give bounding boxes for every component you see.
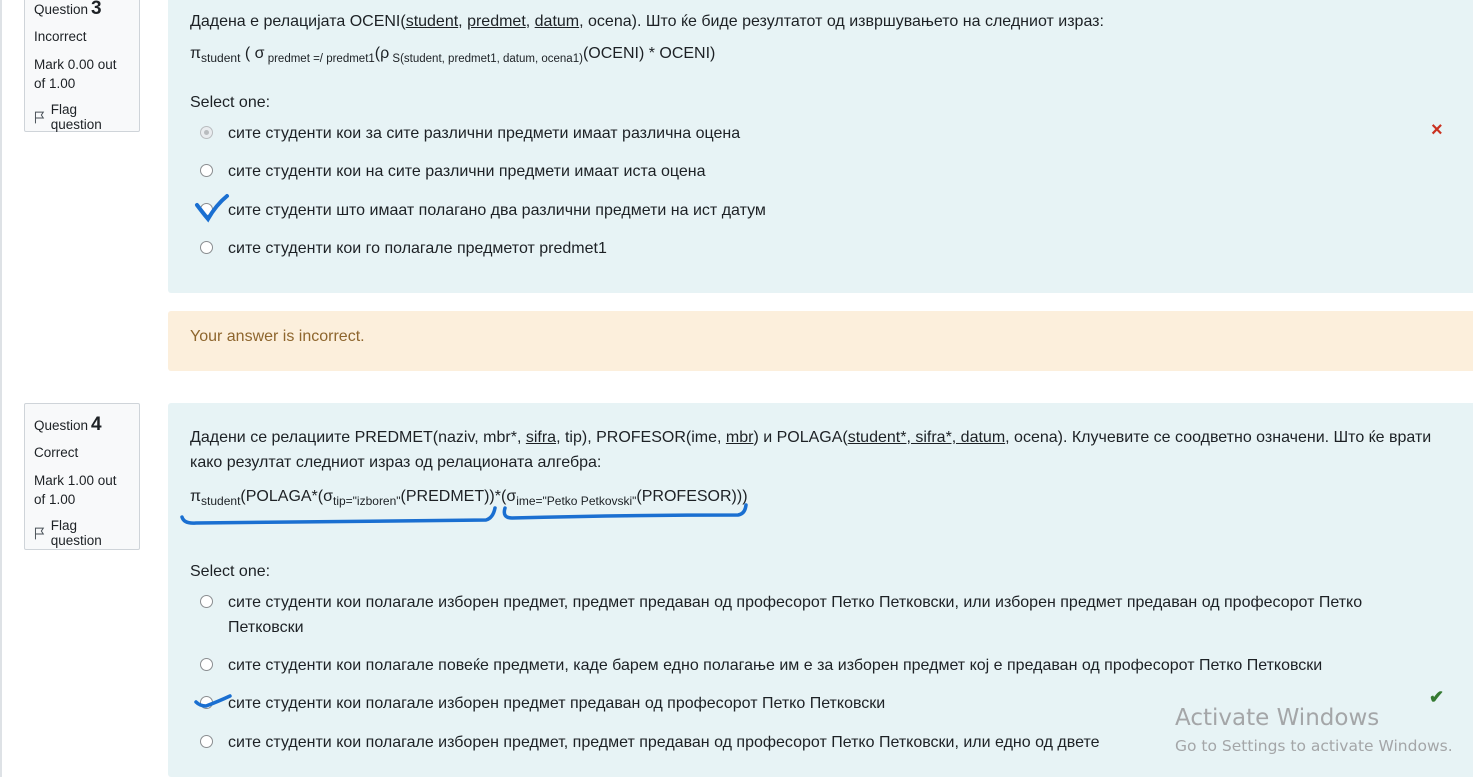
question-text-part: Дадени се релациите PREDMET(naziv, mbr*, xyxy=(190,429,526,446)
question-4-mark: Mark 1.00 out of 1.00 xyxy=(34,473,117,507)
question-3-answer-a[interactable]: сите студенти кои за сите различни предм… xyxy=(200,121,1393,146)
answer-label: сите студенти кои полагале изборен предм… xyxy=(228,594,1363,636)
answer-radio[interactable] xyxy=(200,164,213,177)
question-4-number: Question 4 xyxy=(34,414,130,436)
formula-subscript: S(student, predmet1, datum, ocena1) xyxy=(389,53,583,65)
question-4-text: Дадени се релациите PREDMET(naziv, mbr*,… xyxy=(190,425,1461,475)
feedback-text: Your answer is incorrect. xyxy=(190,328,365,345)
answer-radio[interactable] xyxy=(200,658,213,671)
key-attribute: mbr xyxy=(725,429,754,446)
formula-subscript: student xyxy=(201,494,241,508)
formula-subscript: ime="Petko Petkovski" xyxy=(516,494,637,508)
question-3-flag-button[interactable]: Flag question xyxy=(34,102,130,132)
question-4-info: Question 4 Correct Mark 1.00 out of 1.00 … xyxy=(24,403,140,550)
question-3-select-label: Select one: xyxy=(190,94,271,111)
question-3-mark: Mark 0.00 out of 1.00 xyxy=(34,57,117,91)
question-text-part: , tip), PROFESOR(ime, xyxy=(556,429,726,446)
formula-subscript: tip="izboren" xyxy=(332,494,401,508)
question-4-answer-b[interactable]: сите студенти кои полагале повеќе предме… xyxy=(200,653,1393,678)
answer-label: сите студенти кои полагале повеќе предме… xyxy=(228,657,1323,674)
question-4-answer-a[interactable]: сите студенти кои полагале изборен предм… xyxy=(200,590,1393,640)
key-attribute: student*, sifra*, datum xyxy=(847,429,1006,446)
question-3-answer-d[interactable]: сите студенти кои го полагале предметот … xyxy=(200,236,1393,261)
question-text-part: Дадена е релацијата OCENI( xyxy=(190,13,406,30)
answer-label: сите студенти што имаат полагано два раз… xyxy=(228,202,766,219)
question-3-number: Question 3 xyxy=(34,0,130,20)
key-attribute: student xyxy=(405,13,459,30)
question-label: Question xyxy=(34,2,89,17)
question-number: 4 xyxy=(91,414,102,435)
flag-label: Flag question xyxy=(50,518,102,548)
answer-radio[interactable] xyxy=(200,203,213,216)
formula-subscript: student xyxy=(201,51,241,65)
answer-radio[interactable] xyxy=(200,126,213,139)
answer-radio[interactable] xyxy=(200,241,213,254)
key-attribute: predmet xyxy=(467,13,526,30)
formula-part: (ρ xyxy=(374,45,390,62)
watermark-subtitle: Go to Settings to activate Windows. xyxy=(1175,737,1453,755)
activate-windows-watermark: Activate Windows Go to Settings to activ… xyxy=(1175,705,1453,755)
question-3-info: Question 3 Incorrect Mark 0.00 out of 1.0… xyxy=(24,0,140,132)
question-3-state: Incorrect xyxy=(34,29,87,44)
page-left-border xyxy=(0,0,2,777)
flag-label: Flag question xyxy=(50,102,102,132)
answer-radio[interactable] xyxy=(200,735,213,748)
formula-part: (POLAGA*(σ xyxy=(240,488,333,505)
question-3-answer-b[interactable]: сите студенти кои на сите различни предм… xyxy=(200,159,1393,184)
formula-part: (PROFESOR))) xyxy=(636,488,748,505)
question-number: 3 xyxy=(91,0,102,19)
formula-part: (OCENI) * OCENI) xyxy=(582,45,716,62)
question-text-part: , ocena). Што ќе биде резултатот од извр… xyxy=(579,13,1104,30)
answer-label: сите студенти кои на сите различни предм… xyxy=(228,163,706,180)
formula-part: π xyxy=(190,488,202,505)
incorrect-icon: × xyxy=(1431,119,1443,141)
question-3-answer-c[interactable]: сите студенти што имаат полагано два раз… xyxy=(200,198,1393,223)
question-3-formulation: Дадена е релацијата OCENI(student, predm… xyxy=(168,0,1473,293)
question-3-formula: πstudent ( σ predmet =/ predmet1(ρ S(stu… xyxy=(190,45,715,65)
watermark-title: Activate Windows xyxy=(1175,705,1380,731)
key-attribute: sifra xyxy=(525,429,557,446)
flag-icon xyxy=(34,111,45,123)
answer-radio[interactable] xyxy=(200,696,213,709)
flag-icon xyxy=(34,527,45,539)
question-4-select-label: Select one: xyxy=(190,563,271,580)
answer-label: сите студенти кои за сите различни предм… xyxy=(228,125,741,142)
question-4-formula: πstudent(POLAGA*(σtip="izboren"(PREDMET)… xyxy=(190,488,748,508)
answer-radio[interactable] xyxy=(200,595,213,608)
question-text-part: ) и POLAGA( xyxy=(753,429,848,446)
formula-subscript: predmet =/ predmet1 xyxy=(264,53,375,65)
question-label: Question xyxy=(34,418,89,433)
question-3-text: Дадена е релацијата OCENI(student, predm… xyxy=(190,13,1104,30)
formula-part: π xyxy=(190,45,202,62)
answer-label: сите студенти кои полагале изборен предм… xyxy=(228,734,1100,751)
key-attribute: datum xyxy=(534,13,580,30)
answer-label: сите студенти кои го полагале предметот … xyxy=(228,240,607,257)
question-3-feedback: Your answer is incorrect. xyxy=(168,311,1473,371)
question-4-state: Correct xyxy=(34,445,79,460)
formula-part: (PREDMET))*(σ xyxy=(400,488,517,505)
answer-label: сите студенти кои полагале изборен предм… xyxy=(228,695,886,712)
formula-part: ( σ xyxy=(240,45,265,62)
question-4-flag-button[interactable]: Flag question xyxy=(34,518,130,548)
